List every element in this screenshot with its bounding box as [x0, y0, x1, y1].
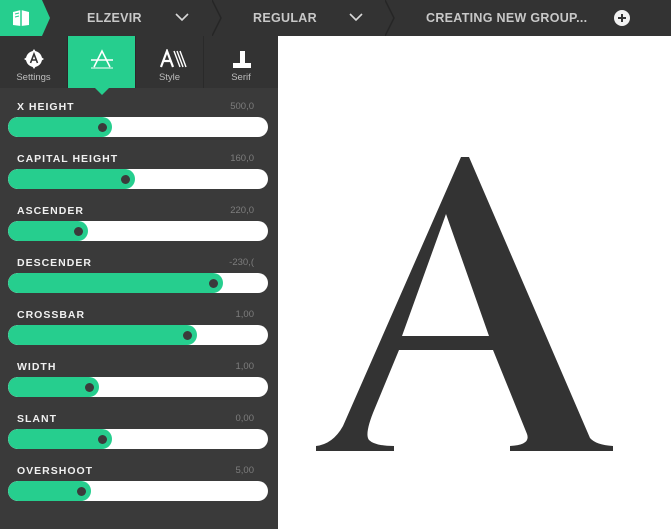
slider-value: 1,00: [235, 361, 255, 372]
slider-handle[interactable]: [74, 227, 83, 236]
slider-track[interactable]: [8, 429, 268, 449]
slider-x-height: X HEIGHT 500,0: [0, 101, 278, 153]
breadcrumb-separator: [212, 0, 222, 36]
slider-overshoot: OVERSHOOT 5,00: [0, 465, 278, 517]
slider-fill: [8, 117, 112, 137]
tab-serif-label: Serif: [231, 72, 251, 83]
tab-settings[interactable]: Settings: [0, 36, 68, 88]
variant-selector[interactable]: REGULAR: [253, 0, 317, 36]
slider-width: WIDTH 1,00: [0, 361, 278, 413]
tab-style-label: Style: [158, 72, 181, 83]
style-a-icon: [159, 49, 187, 68]
slider-fill: [8, 273, 223, 293]
family-selector[interactable]: ELZEVIR: [87, 0, 142, 36]
slider-value: 160,0: [230, 153, 254, 164]
slider-value: 0,00: [235, 413, 255, 424]
slider-label: X HEIGHT: [17, 101, 75, 113]
settings-a-icon: [24, 49, 44, 69]
slider-label: ASCENDER: [17, 205, 84, 217]
slider-slant: SLANT 0,00: [0, 413, 278, 465]
slider-track[interactable]: [8, 117, 268, 137]
slider-label: OVERSHOOT: [17, 465, 94, 477]
crossbar-a-icon: [91, 49, 113, 69]
tab-dimensions[interactable]: [68, 36, 136, 95]
slider-handle[interactable]: [98, 435, 107, 444]
serif-icon: [233, 51, 251, 68]
slider-label: SLANT: [17, 413, 57, 425]
slider-fill: [8, 429, 112, 449]
parameters-sidebar: Settings Style Serif X HEIGHT 500,0 CAPI…: [0, 36, 278, 529]
chevron-down-icon[interactable]: [349, 12, 363, 22]
tab-settings-label: Settings: [16, 72, 51, 83]
group-selector[interactable]: CREATING NEW GROUP...: [426, 0, 587, 36]
tab-serif[interactable]: Serif: [204, 36, 278, 88]
slider-value: 5,00: [235, 465, 255, 476]
slider-track[interactable]: [8, 377, 268, 397]
slider-label: DESCENDER: [17, 257, 92, 269]
chevron-down-icon[interactable]: [175, 12, 189, 22]
glyph-a: [316, 157, 613, 451]
slider-value: 220,0: [230, 205, 254, 216]
logo-button[interactable]: [0, 0, 50, 36]
slider-value: 500,0: [230, 101, 254, 112]
glyph-preview[interactable]: [278, 36, 671, 529]
slider-label: CAPITAL HEIGHT: [17, 153, 119, 165]
top-bar: ELZEVIR REGULAR CREATING NEW GROUP...: [0, 0, 671, 36]
slider-handle[interactable]: [85, 383, 94, 392]
slider-fill: [8, 325, 197, 345]
slider-handle[interactable]: [209, 279, 218, 288]
slider-label: WIDTH: [17, 361, 57, 373]
slider-descender: DESCENDER -230,(: [0, 257, 278, 309]
slider-track[interactable]: [8, 169, 268, 189]
slider-track[interactable]: [8, 481, 268, 501]
plus-circle-icon[interactable]: [614, 10, 630, 26]
tab-style[interactable]: Style: [136, 36, 204, 88]
slider-crossbar: CROSSBAR 1,00: [0, 309, 278, 361]
slider-fill: [8, 169, 135, 189]
slider-value: -230,(: [229, 257, 254, 268]
slider-track[interactable]: [8, 325, 268, 345]
slider-handle[interactable]: [121, 175, 130, 184]
slider-track[interactable]: [8, 221, 268, 241]
slider-label: CROSSBAR: [17, 309, 86, 321]
slider-track[interactable]: [8, 273, 268, 293]
slider-capital-height: CAPITAL HEIGHT 160,0: [0, 153, 278, 205]
glyph-a-outline: [316, 157, 613, 451]
slider-handle[interactable]: [98, 123, 107, 132]
slider-ascender: ASCENDER 220,0: [0, 205, 278, 257]
parameter-tabs: Settings Style Serif: [0, 36, 278, 95]
breadcrumb-separator: [385, 0, 395, 36]
slider-handle[interactable]: [77, 487, 86, 496]
prototypo-book-icon: [13, 10, 29, 26]
slider-value: 1,00: [235, 309, 255, 320]
slider-handle[interactable]: [183, 331, 192, 340]
